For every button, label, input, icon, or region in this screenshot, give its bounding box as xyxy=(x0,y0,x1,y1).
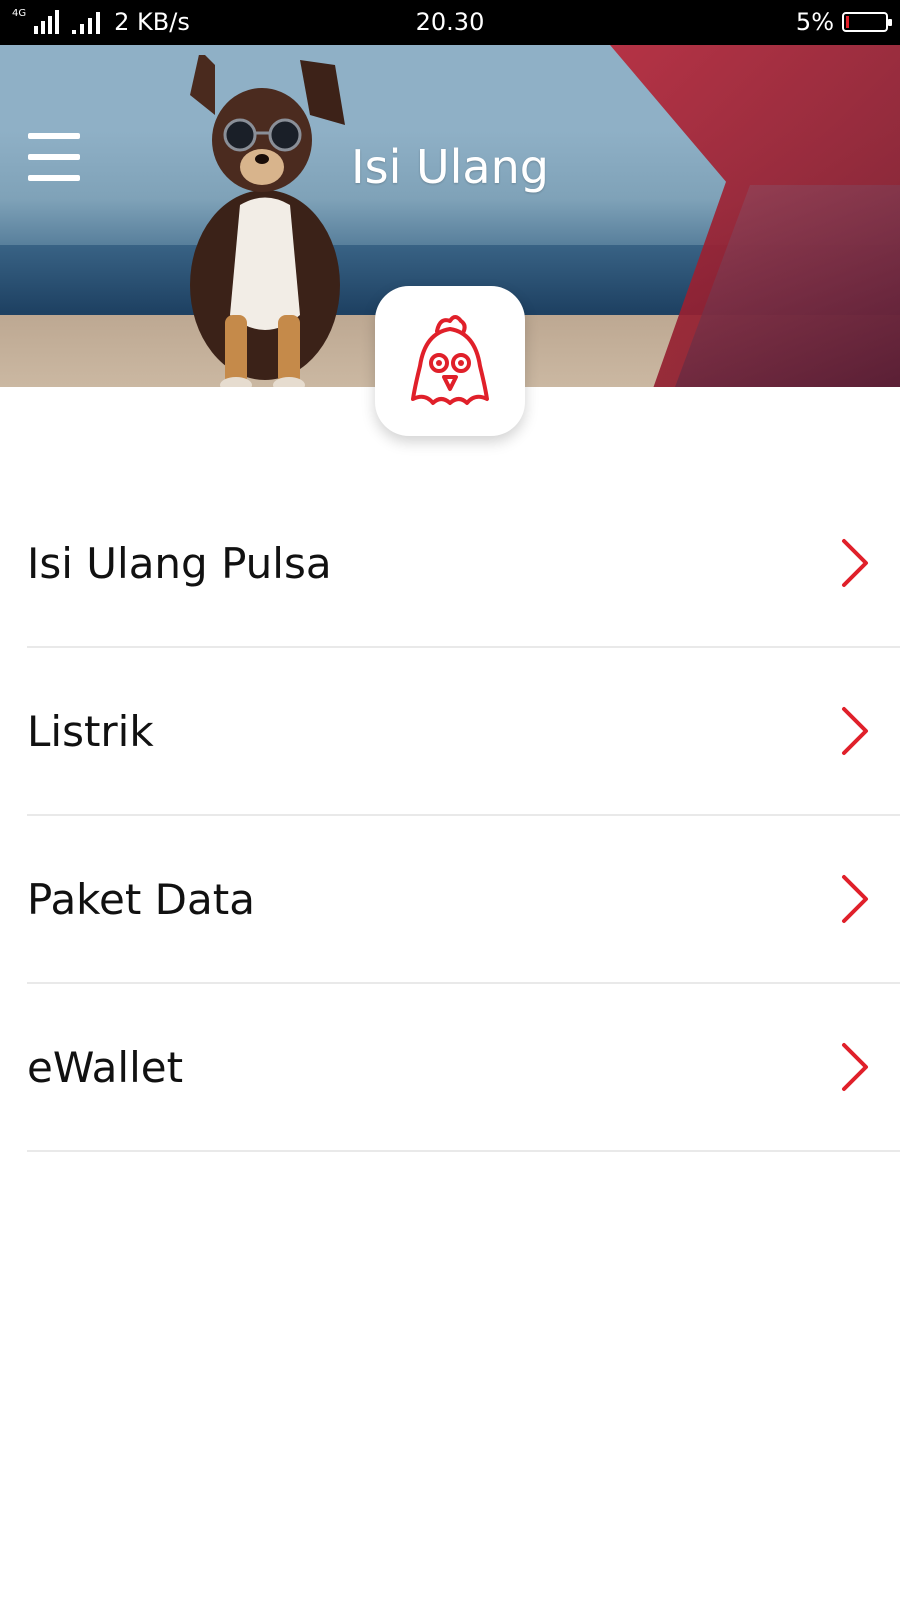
menu-item-label: eWallet xyxy=(27,1042,184,1092)
hamburger-icon-line xyxy=(28,133,80,139)
menu-item-ewallet[interactable]: eWallet xyxy=(27,984,900,1152)
chevron-right-icon xyxy=(842,539,868,587)
battery-level-fill xyxy=(846,16,849,28)
chevron-right-icon xyxy=(842,707,868,755)
menu-item-label: Paket Data xyxy=(27,874,255,924)
page-title: Isi Ulang xyxy=(351,140,549,194)
menu-list: Isi Ulang Pulsa Listrik Paket Data eWall… xyxy=(27,480,900,1152)
app-logo xyxy=(375,286,525,436)
dog-photo xyxy=(190,55,345,387)
battery-percent: 5% xyxy=(795,8,834,36)
menu-item-listrik[interactable]: Listrik xyxy=(27,648,900,816)
chevron-right-icon xyxy=(842,1043,868,1091)
menu-item-paket-data[interactable]: Paket Data xyxy=(27,816,900,984)
menu-item-isi-ulang-pulsa[interactable]: Isi Ulang Pulsa xyxy=(27,480,900,648)
clock: 20.30 xyxy=(415,8,485,36)
chevron-right-icon xyxy=(842,875,868,923)
chicken-logo-icon xyxy=(411,315,489,405)
status-bar: 4G 2 KB/s 20.30 5% xyxy=(0,0,900,45)
status-right: 5% xyxy=(795,8,892,36)
menu-item-label: Listrik xyxy=(27,706,154,756)
menu-item-label: Isi Ulang Pulsa xyxy=(27,538,332,588)
battery-icon xyxy=(842,12,892,32)
